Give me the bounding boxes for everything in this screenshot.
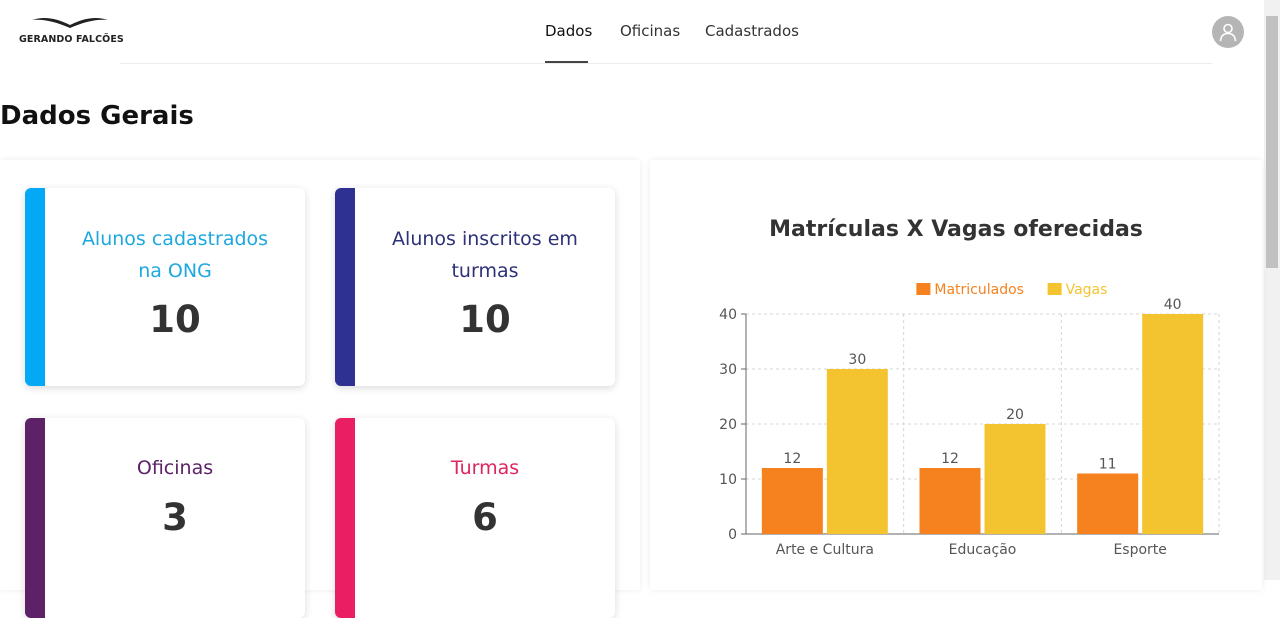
y-tick-label: 0 — [728, 527, 737, 543]
tab-oficinas[interactable]: Oficinas — [620, 22, 680, 40]
bar-matriculados — [1077, 473, 1139, 534]
top-nav: Dados Oficinas Cadastrados — [0, 0, 1280, 64]
stat-label: Alunos cadastrados na ONG — [45, 223, 305, 287]
x-tick-label: Esporte — [1113, 542, 1166, 558]
x-tick-label: Arte e Cultura — [776, 542, 874, 558]
tab-cadastrados[interactable]: Cadastrados — [705, 22, 799, 40]
header-divider — [120, 63, 1212, 64]
stat-card-turmas: Turmas 6 — [335, 418, 615, 618]
stat-value: 3 — [162, 496, 188, 539]
bar-matriculados — [919, 468, 981, 534]
y-tick-label: 30 — [719, 362, 737, 378]
y-tick-label: 40 — [719, 307, 737, 323]
stat-label-line2: na ONG — [138, 260, 212, 282]
user-icon — [1219, 23, 1237, 42]
bar-value-label: 40 — [1164, 297, 1182, 313]
stat-label-line2: turmas — [451, 260, 519, 282]
stat-value: 6 — [472, 496, 498, 539]
legend-label: Matriculados — [934, 282, 1024, 298]
page-title: Dados Gerais — [0, 101, 194, 131]
legend-swatch — [916, 283, 931, 295]
stat-card-oficinas: Oficinas 3 — [25, 418, 305, 618]
legend-label: Vagas — [1066, 282, 1108, 298]
scrollbar-thumb[interactable] — [1266, 16, 1278, 268]
stat-card-alunos-inscritos: Alunos inscritos em turmas 10 — [335, 188, 615, 386]
tab-dados[interactable]: Dados — [545, 22, 592, 40]
card-accent-strip — [25, 418, 45, 618]
bar-value-label: 12 — [783, 451, 801, 467]
stat-value: 10 — [459, 298, 511, 341]
x-tick-label: Educação — [949, 542, 1017, 558]
bar-value-label: 20 — [1006, 407, 1024, 423]
stat-label-line1: Alunos cadastrados — [81, 228, 269, 250]
stat-label: Oficinas — [136, 457, 214, 479]
stat-label: Alunos inscritos em turmas — [355, 223, 615, 287]
legend-swatch — [1047, 283, 1062, 295]
bar-matriculados — [761, 468, 823, 534]
chart-panel: Matrículas X Vagas oferecidas 0 10 20 30 40 1… — [650, 160, 1262, 590]
y-tick-label: 20 — [719, 417, 737, 433]
bar-value-label: 12 — [941, 451, 959, 467]
bar-value-label: 11 — [1099, 457, 1117, 473]
user-avatar[interactable] — [1212, 16, 1244, 48]
card-accent-strip — [335, 418, 355, 618]
stat-value: 10 — [149, 298, 201, 341]
stat-label: Turmas — [450, 457, 520, 479]
stat-label-line1: Alunos inscritos em — [392, 228, 578, 250]
card-accent-strip — [25, 188, 45, 386]
y-tick-label: 10 — [719, 472, 737, 488]
bar-chart: 0 10 20 30 40 12 30 Arte e Cultura 12 20 Educação 1… — [719, 282, 1220, 558]
stat-card-alunos-cadastrados: Alunos cadastrados na ONG 10 — [25, 188, 305, 386]
bar-vagas — [984, 424, 1046, 534]
stats-panel: Alunos cadastrados na ONG 10 Alunos insc… — [0, 160, 640, 618]
card-accent-strip — [335, 188, 355, 386]
bar-vagas — [1142, 314, 1204, 534]
page-scrollbar[interactable] — [1264, 0, 1280, 580]
bar-value-label: 30 — [848, 352, 866, 368]
bar-vagas — [826, 369, 888, 534]
